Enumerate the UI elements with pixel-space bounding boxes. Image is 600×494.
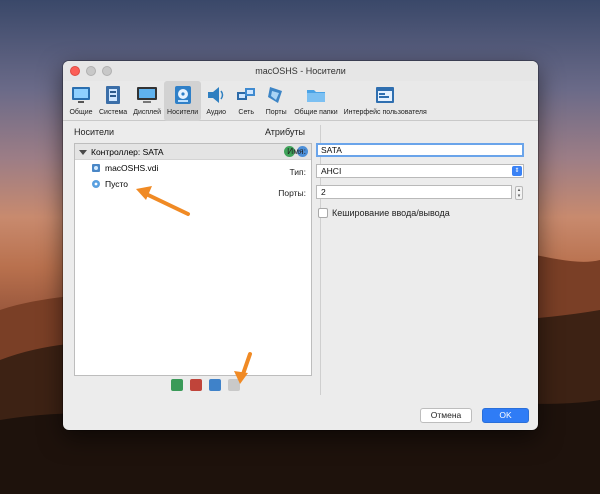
arrow-head-empty-item [136, 186, 152, 200]
arrow-head-remove-attachment [234, 371, 248, 384]
arrow-to-empty-item [142, 191, 190, 216]
annotation-arrows [136, 186, 252, 384]
